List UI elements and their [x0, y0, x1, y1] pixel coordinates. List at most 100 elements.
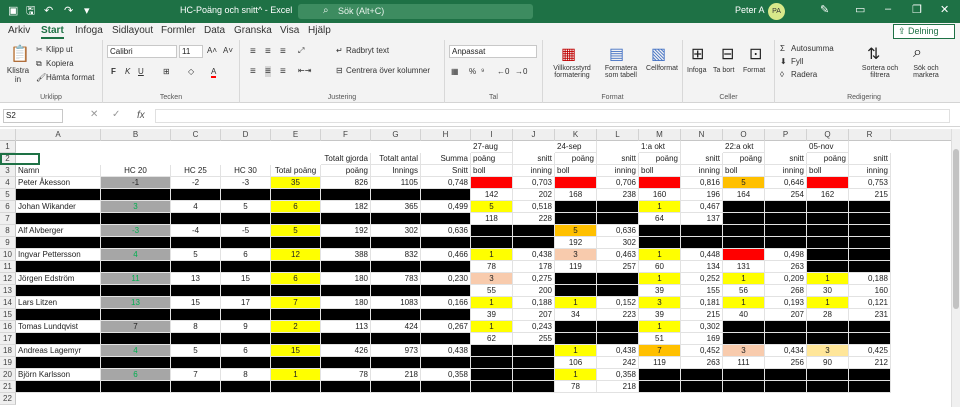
cell-A10[interactable]: Ingvar Pettersson: [16, 249, 101, 261]
cell-I4[interactable]: 7: [471, 177, 513, 189]
cell-J10[interactable]: 0,438: [513, 249, 555, 261]
cell-K6[interactable]: [555, 201, 597, 213]
cell-P15[interactable]: 207: [765, 309, 807, 321]
cell-A19[interactable]: [16, 357, 101, 369]
cell-E20[interactable]: 1: [271, 369, 321, 381]
cut-icon[interactable]: ✂: [36, 45, 43, 54]
cell-B16[interactable]: 7: [101, 321, 171, 333]
italic-icon[interactable]: K: [125, 67, 130, 76]
cell-A7[interactable]: [16, 213, 101, 225]
cell-M12[interactable]: 1: [639, 273, 681, 285]
row-header[interactable]: 15: [0, 309, 16, 321]
cell-E5[interactable]: [271, 189, 321, 201]
cell-L2[interactable]: snitt: [597, 153, 639, 165]
cell-M10[interactable]: 1: [639, 249, 681, 261]
cell-I3[interactable]: boll: [471, 165, 513, 177]
row-header[interactable]: 3: [0, 165, 16, 177]
cell-E4[interactable]: 35: [271, 177, 321, 189]
cell-A6[interactable]: Johan Wikander: [16, 201, 101, 213]
cell-L15[interactable]: 223: [597, 309, 639, 321]
column-header-Q[interactable]: Q: [807, 129, 849, 141]
fill-icon[interactable]: ⬇: [780, 57, 787, 66]
cell-G2[interactable]: Totalt antal: [371, 153, 421, 165]
cell-O6[interactable]: [723, 201, 765, 213]
cell-D17[interactable]: [221, 333, 271, 345]
cell-D20[interactable]: 8: [221, 369, 271, 381]
decrease-decimal-icon[interactable]: →0: [515, 67, 527, 76]
cell-Q20[interactable]: [807, 369, 849, 381]
cell-G7[interactable]: [371, 213, 421, 225]
cell-R5[interactable]: 215: [849, 189, 891, 201]
format-cells-button[interactable]: Format: [743, 67, 765, 74]
cell-styles-icon[interactable]: ▧: [651, 44, 666, 64]
cell-H17[interactable]: [421, 333, 471, 345]
cell-K21[interactable]: 78: [555, 381, 597, 393]
cell-L14[interactable]: 0,152: [597, 297, 639, 309]
cell-K12[interactable]: [555, 273, 597, 285]
scrollbar-thumb[interactable]: [953, 149, 959, 309]
cell-N19[interactable]: 263: [681, 357, 723, 369]
menu-start[interactable]: Start: [41, 25, 64, 39]
cell-I18[interactable]: [471, 345, 513, 357]
cell-K16[interactable]: [555, 321, 597, 333]
font-color-icon[interactable]: A: [211, 67, 217, 78]
cell-Q7[interactable]: [807, 213, 849, 225]
cell-O20[interactable]: [723, 369, 765, 381]
cell-M6[interactable]: 1: [639, 201, 681, 213]
cell-H21[interactable]: [421, 381, 471, 393]
cell-K1[interactable]: 24-sep: [555, 141, 597, 153]
cell-G8[interactable]: 302: [371, 225, 421, 237]
row-header[interactable]: 19: [0, 357, 16, 369]
cell-N17[interactable]: 169: [681, 333, 723, 345]
cell-G9[interactable]: [371, 237, 421, 249]
menu-arkiv[interactable]: Arkiv: [8, 25, 30, 36]
cell-N11[interactable]: 134: [681, 261, 723, 273]
cell-C16[interactable]: 8: [171, 321, 221, 333]
row-header[interactable]: 12: [0, 273, 16, 285]
cell-E7[interactable]: [271, 213, 321, 225]
cell-L4[interactable]: 0,706: [597, 177, 639, 189]
cell-F2[interactable]: Totalt gjorda: [321, 153, 371, 165]
cell-P14[interactable]: 0,193: [765, 297, 807, 309]
redo-icon[interactable]: ↷: [64, 4, 73, 18]
cell-O15[interactable]: 40: [723, 309, 765, 321]
row-header[interactable]: 13: [0, 285, 16, 297]
cell-C14[interactable]: 15: [171, 297, 221, 309]
cell-H9[interactable]: [421, 237, 471, 249]
cell-N14[interactable]: 0,181: [681, 297, 723, 309]
cell-P6[interactable]: [765, 201, 807, 213]
cell-R14[interactable]: 0,121: [849, 297, 891, 309]
cell-C12[interactable]: 13: [171, 273, 221, 285]
cell-P7[interactable]: [765, 213, 807, 225]
fill-button[interactable]: Fyll: [791, 57, 803, 66]
cell-I5[interactable]: 142: [471, 189, 513, 201]
cell-R20[interactable]: [849, 369, 891, 381]
cell-I7[interactable]: 118: [471, 213, 513, 225]
cell-J3[interactable]: inning: [513, 165, 555, 177]
cell-G15[interactable]: [371, 309, 421, 321]
cell-O17[interactable]: [723, 333, 765, 345]
cell-E21[interactable]: [271, 381, 321, 393]
cell-A11[interactable]: [16, 261, 101, 273]
cell-P11[interactable]: 263: [765, 261, 807, 273]
cell-L20[interactable]: 0,358: [597, 369, 639, 381]
cell-E6[interactable]: 6: [271, 201, 321, 213]
currency-icon[interactable]: ▦: [451, 67, 459, 76]
cell-Q16[interactable]: [807, 321, 849, 333]
cell-Q3[interactable]: boll: [807, 165, 849, 177]
align-left-icon[interactable]: ≡: [250, 66, 256, 77]
share-button[interactable]: ⇪ Delning: [893, 24, 955, 39]
cell-P2[interactable]: snitt: [765, 153, 807, 165]
cell-A12[interactable]: Jörgen Edström: [16, 273, 101, 285]
cell-J14[interactable]: 0,188: [513, 297, 555, 309]
menu-data[interactable]: Data: [204, 25, 225, 36]
cell-R3[interactable]: inning: [849, 165, 891, 177]
find-icon[interactable]: ⌕: [913, 44, 922, 62]
cell-D19[interactable]: [221, 357, 271, 369]
cell-E3[interactable]: Total poäng: [271, 165, 321, 177]
row-header[interactable]: 11: [0, 261, 16, 273]
cell-H16[interactable]: 0,267: [421, 321, 471, 333]
cell-D21[interactable]: [221, 381, 271, 393]
cell-C8[interactable]: -4: [171, 225, 221, 237]
cell-Q19[interactable]: 90: [807, 357, 849, 369]
